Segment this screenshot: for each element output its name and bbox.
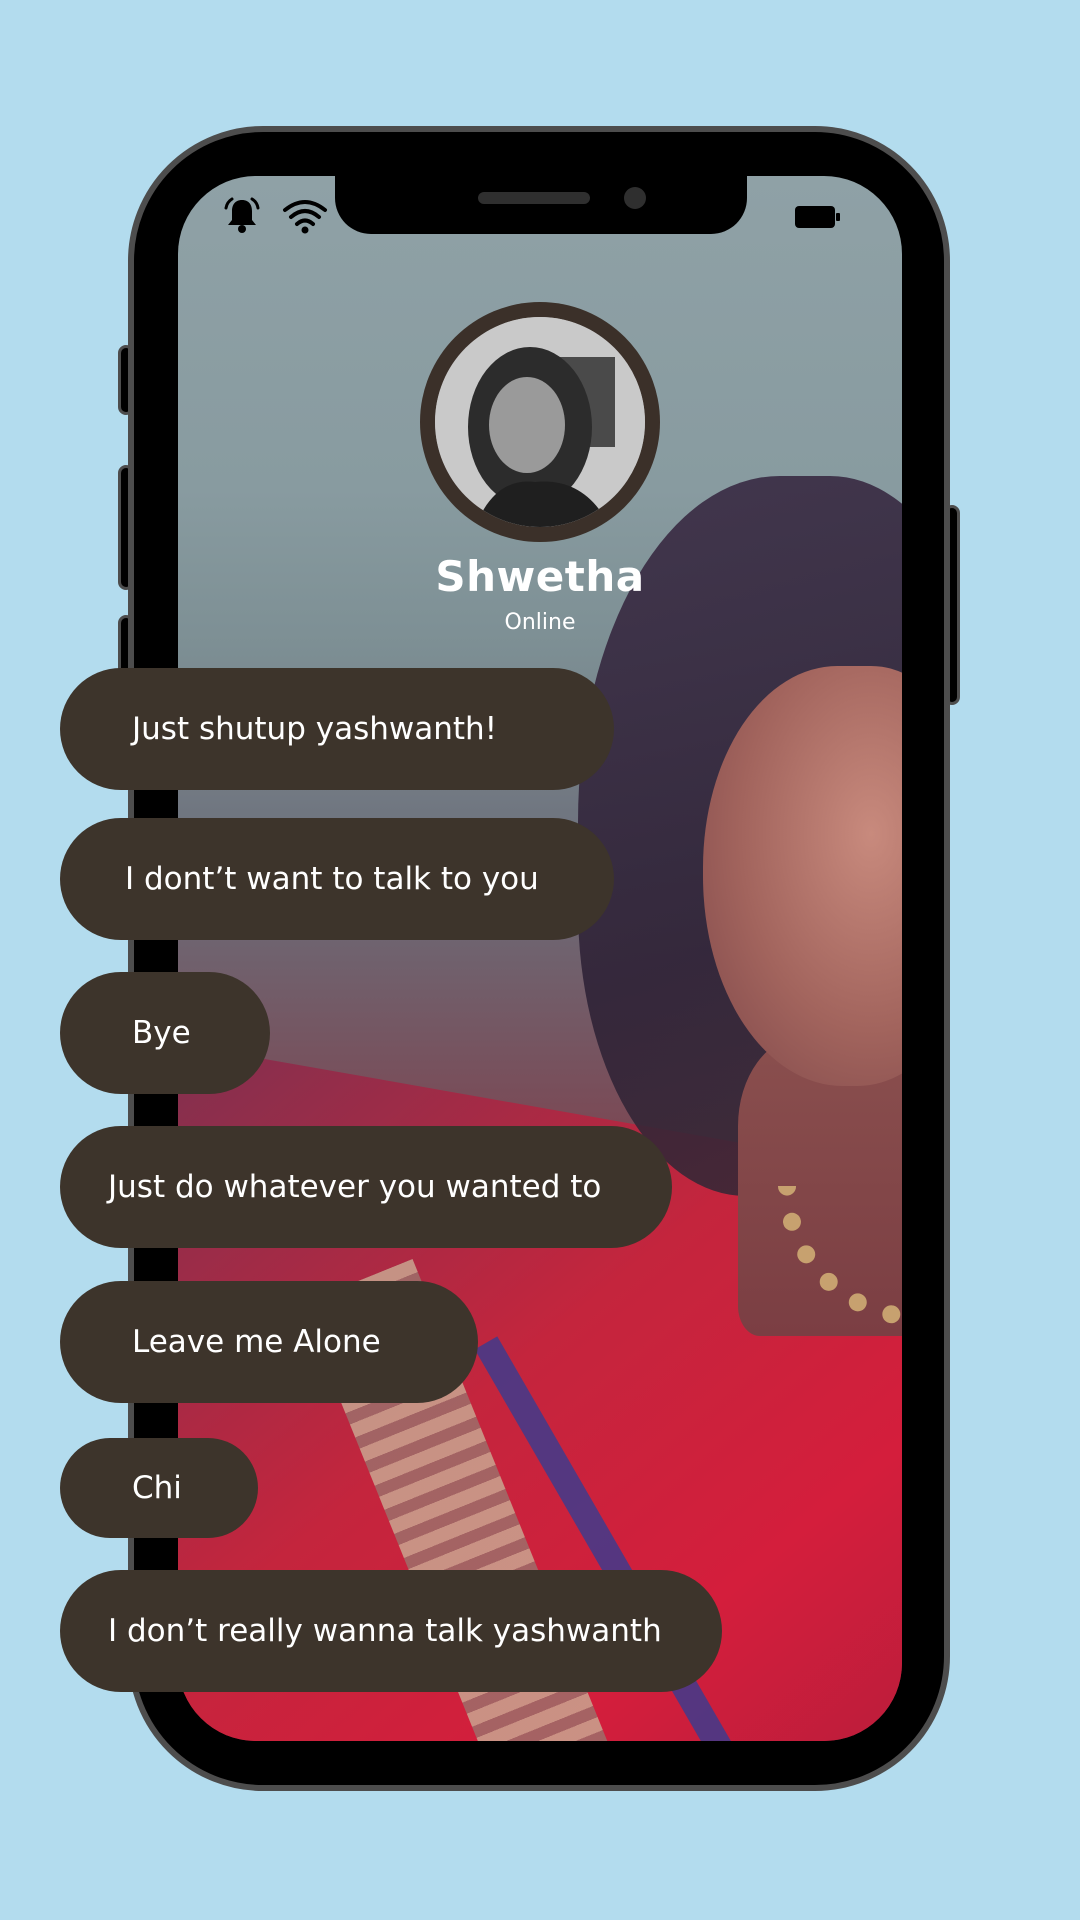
front-camera [624,187,646,209]
message-bubble[interactable]: Leave me Alone [60,1281,478,1403]
battery-icon [795,206,841,228]
avatar[interactable] [435,317,645,527]
contact-name: Shwetha [435,552,645,601]
wifi-icon [282,198,328,234]
message-bubble[interactable]: Chi [60,1438,258,1538]
message-bubble[interactable]: I dont’t want to talk to you [60,818,614,940]
message-bubble[interactable]: I don’t really wanna talk yashwanth [60,1570,722,1692]
message-bubble[interactable]: Just shutup yashwanth! [60,668,614,790]
message-bubble[interactable]: Bye [60,972,270,1094]
bell-icon [222,196,262,236]
message-bubble[interactable]: Just do whatever you wanted to [60,1126,672,1248]
contact-status: Online [504,610,576,635]
earpiece-speaker [478,192,590,204]
